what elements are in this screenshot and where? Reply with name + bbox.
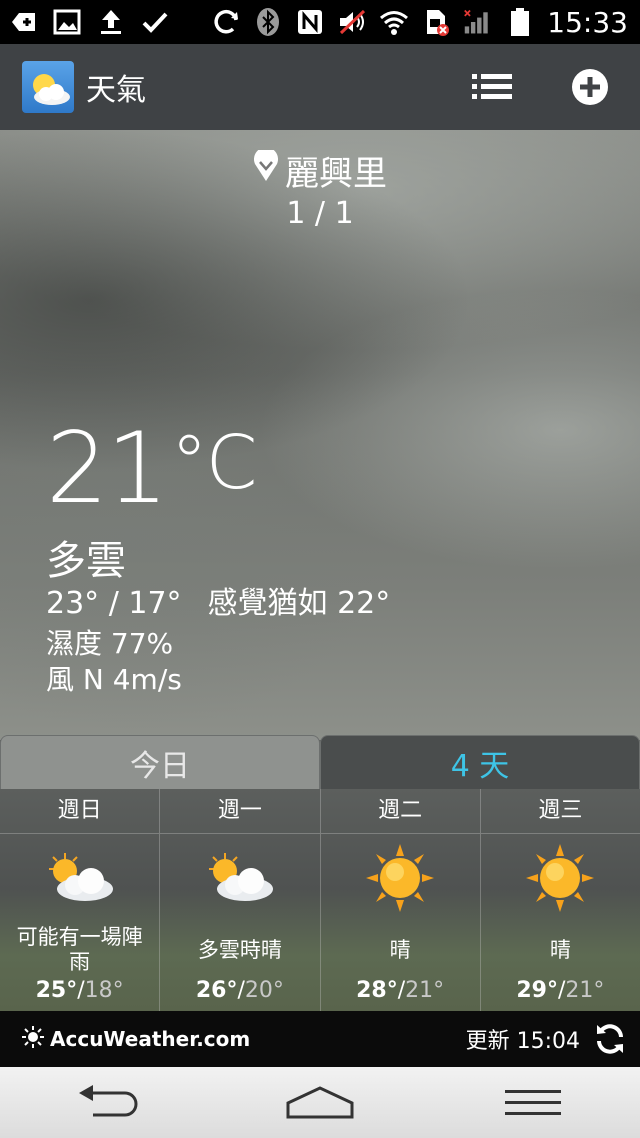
day-low: 20° bbox=[244, 978, 284, 1003]
accuweather-brand: AccuWeather.com bbox=[50, 1027, 251, 1051]
day-high: 29° bbox=[516, 978, 558, 1003]
temperature-unit: °C bbox=[170, 420, 258, 506]
location-name: 麗興里 bbox=[285, 154, 387, 194]
day-high: 28° bbox=[356, 978, 398, 1003]
day-condition: 晴 bbox=[389, 937, 411, 962]
updated-time: 更新 15:04 bbox=[465, 1029, 580, 1054]
sim-error-icon bbox=[421, 7, 451, 37]
forecast-day[interactable]: 週二 晴 28°/21° bbox=[320, 789, 481, 1011]
app-title: 天氣 bbox=[86, 73, 146, 108]
partly-cloudy-icon bbox=[0, 834, 159, 922]
status-time: 15:33 bbox=[547, 5, 628, 39]
day-low: 21° bbox=[405, 978, 445, 1003]
check-icon bbox=[140, 7, 170, 37]
menu-icon[interactable] bbox=[493, 1078, 573, 1128]
day-temperature: 26°/20° bbox=[195, 978, 284, 1003]
day-temperature: 28°/21° bbox=[356, 978, 445, 1003]
forecast-tabs: 今日 4 天 bbox=[0, 735, 640, 789]
navigation-bar bbox=[0, 1067, 640, 1138]
battery-icon bbox=[505, 7, 535, 37]
location-pin-icon bbox=[253, 147, 279, 191]
refresh-icon[interactable] bbox=[592, 1021, 628, 1057]
add-circle-icon[interactable] bbox=[570, 67, 610, 107]
day-condition: 多雲時晴 bbox=[197, 937, 282, 962]
day-condition: 可能有一場陣雨 bbox=[16, 925, 143, 974]
signal-icon bbox=[463, 7, 493, 37]
day-name: 週日 bbox=[0, 789, 160, 834]
app-bar: 天氣 bbox=[0, 44, 640, 130]
day-low: 18° bbox=[84, 978, 124, 1003]
temperature-value: 21 bbox=[46, 412, 169, 526]
upload-icon bbox=[96, 7, 126, 37]
day-temperature: 29°/21° bbox=[516, 978, 605, 1003]
forecast-day[interactable]: 週日 可能有一場陣雨 25°/18° bbox=[0, 789, 161, 1011]
humidity: 濕度 77% bbox=[46, 627, 174, 660]
weather-logo-icon bbox=[22, 61, 74, 113]
day-temperature: 25°/18° bbox=[35, 978, 124, 1003]
partly-cloudy-icon bbox=[160, 834, 319, 922]
page-indicator: 1 / 1 bbox=[286, 196, 354, 231]
day-low: 21° bbox=[565, 978, 605, 1003]
tab-today[interactable]: 今日 bbox=[0, 735, 320, 789]
current-temperature: 21°C bbox=[46, 412, 258, 526]
footer-bar: AccuWeather.com 更新 15:04 bbox=[0, 1011, 640, 1067]
forecast-day[interactable]: 週三 晴 29°/21° bbox=[480, 789, 640, 1011]
tab-4-day[interactable]: 4 天 bbox=[320, 735, 640, 789]
day-high: 26° bbox=[195, 978, 238, 1003]
wind: 風 N 4m/s bbox=[46, 663, 182, 696]
status-bar: 15:33 bbox=[0, 0, 640, 44]
day-name: 週三 bbox=[480, 789, 640, 834]
high-low-row: 23° / 17° 感覺猶如 22° bbox=[46, 578, 390, 622]
wifi-icon bbox=[379, 7, 409, 37]
image-icon bbox=[52, 7, 82, 37]
sunny-icon bbox=[481, 834, 640, 922]
accuweather-sun-icon bbox=[22, 1025, 44, 1053]
feels-like: 感覺猶如 22° bbox=[207, 586, 391, 621]
back-icon[interactable] bbox=[67, 1078, 147, 1128]
forecast-grid: 週日 可能有一場陣雨 25°/18° 週一 多雲時晴 26°/20° 週二 晴 … bbox=[0, 789, 640, 1011]
sync-icon bbox=[211, 7, 241, 37]
list-icon[interactable] bbox=[472, 67, 512, 107]
home-icon[interactable] bbox=[280, 1078, 360, 1128]
day-name: 週二 bbox=[320, 789, 480, 834]
day-high: 25° bbox=[35, 978, 78, 1003]
bluetooth-icon bbox=[253, 7, 283, 37]
add-box-icon bbox=[8, 7, 38, 37]
mute-icon bbox=[337, 7, 367, 37]
high-low: 23° / 17° bbox=[46, 586, 182, 621]
sunny-icon bbox=[321, 834, 480, 922]
location-label[interactable]: 麗興里 bbox=[0, 146, 640, 195]
forecast-day[interactable]: 週一 多雲時晴 26°/20° bbox=[160, 789, 321, 1011]
day-condition: 晴 bbox=[549, 937, 571, 962]
accuweather-link[interactable]: AccuWeather.com bbox=[22, 1025, 251, 1053]
day-name: 週一 bbox=[160, 789, 320, 834]
nfc-icon bbox=[295, 7, 325, 37]
